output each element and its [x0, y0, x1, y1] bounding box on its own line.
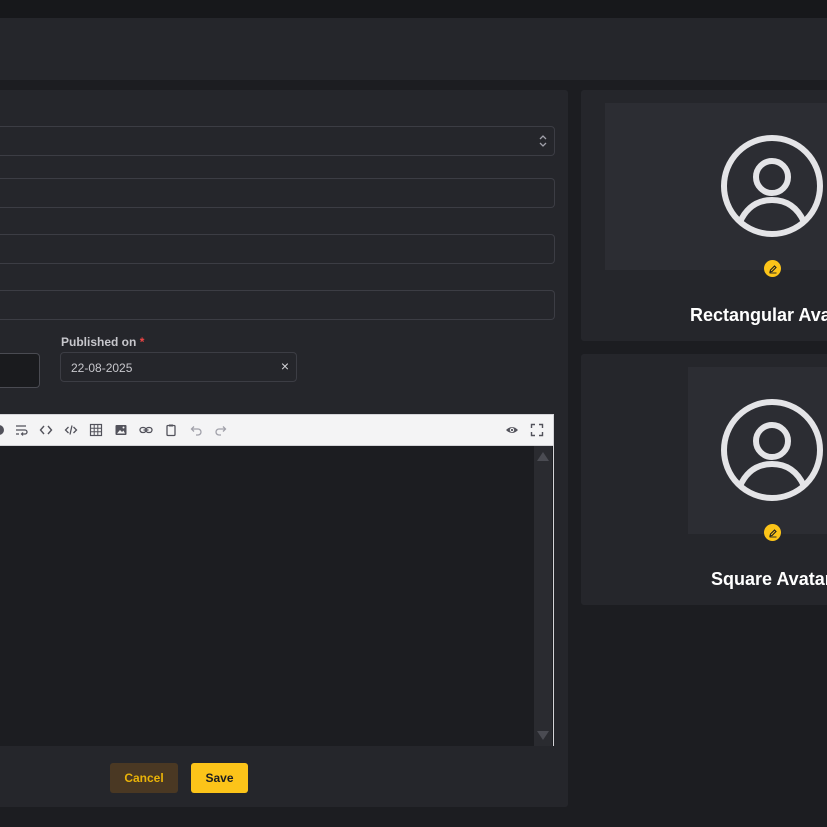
- scroll-down-arrow-icon[interactable]: [537, 731, 549, 740]
- dark-input-field[interactable]: [0, 353, 40, 388]
- code-block-icon[interactable]: [63, 422, 79, 438]
- top-bar: [0, 0, 827, 18]
- image-icon[interactable]: [113, 422, 129, 438]
- user-avatar-icon: [721, 135, 823, 237]
- redo-icon[interactable]: [213, 422, 229, 438]
- published-on-label: Published on *: [61, 335, 145, 349]
- required-mark: *: [139, 335, 145, 349]
- undo-icon[interactable]: [188, 422, 204, 438]
- fullscreen-icon[interactable]: [529, 422, 545, 438]
- edit-square-avatar-icon[interactable]: [764, 524, 781, 541]
- square-avatar-title: Square Avatar: [711, 569, 827, 589]
- rectangular-avatar-card: Rectangular Avatar: [581, 90, 827, 341]
- editor-scrollbar[interactable]: [534, 446, 552, 746]
- clear-date-icon[interactable]: ×: [281, 358, 289, 374]
- table-icon[interactable]: [88, 422, 104, 438]
- user-avatar-icon: [721, 399, 823, 501]
- square-avatar-preview: [688, 367, 827, 534]
- page-header: [0, 18, 827, 80]
- link-icon[interactable]: [138, 422, 154, 438]
- editor-toolbar: [0, 415, 553, 446]
- code-inline-icon[interactable]: [38, 422, 54, 438]
- clipboard-icon[interactable]: [163, 422, 179, 438]
- edit-rectangular-avatar-icon[interactable]: [764, 260, 781, 277]
- partial-icon[interactable]: [0, 422, 7, 438]
- cancel-button[interactable]: Cancel: [110, 763, 178, 793]
- markdown-editor: [0, 414, 554, 746]
- editor-text-area[interactable]: [0, 446, 553, 746]
- category-select[interactable]: [0, 126, 555, 156]
- rectangular-avatar-title: Rectangular Avatar: [690, 305, 827, 325]
- scroll-up-arrow-icon[interactable]: [537, 452, 549, 461]
- preview-eye-icon[interactable]: [504, 422, 520, 438]
- rectangular-avatar-preview: [605, 103, 827, 270]
- save-button[interactable]: Save: [191, 763, 248, 793]
- published-on-value: 22-08-2025: [71, 361, 133, 375]
- text-field-1[interactable]: [0, 178, 555, 208]
- published-on-input[interactable]: 22-08-2025 ×: [60, 352, 297, 382]
- select-arrows-icon: [539, 135, 547, 147]
- square-avatar-card: Square Avatar: [581, 354, 827, 605]
- text-field-3[interactable]: [0, 290, 555, 320]
- text-field-2[interactable]: [0, 234, 555, 264]
- wrap-icon[interactable]: [13, 422, 29, 438]
